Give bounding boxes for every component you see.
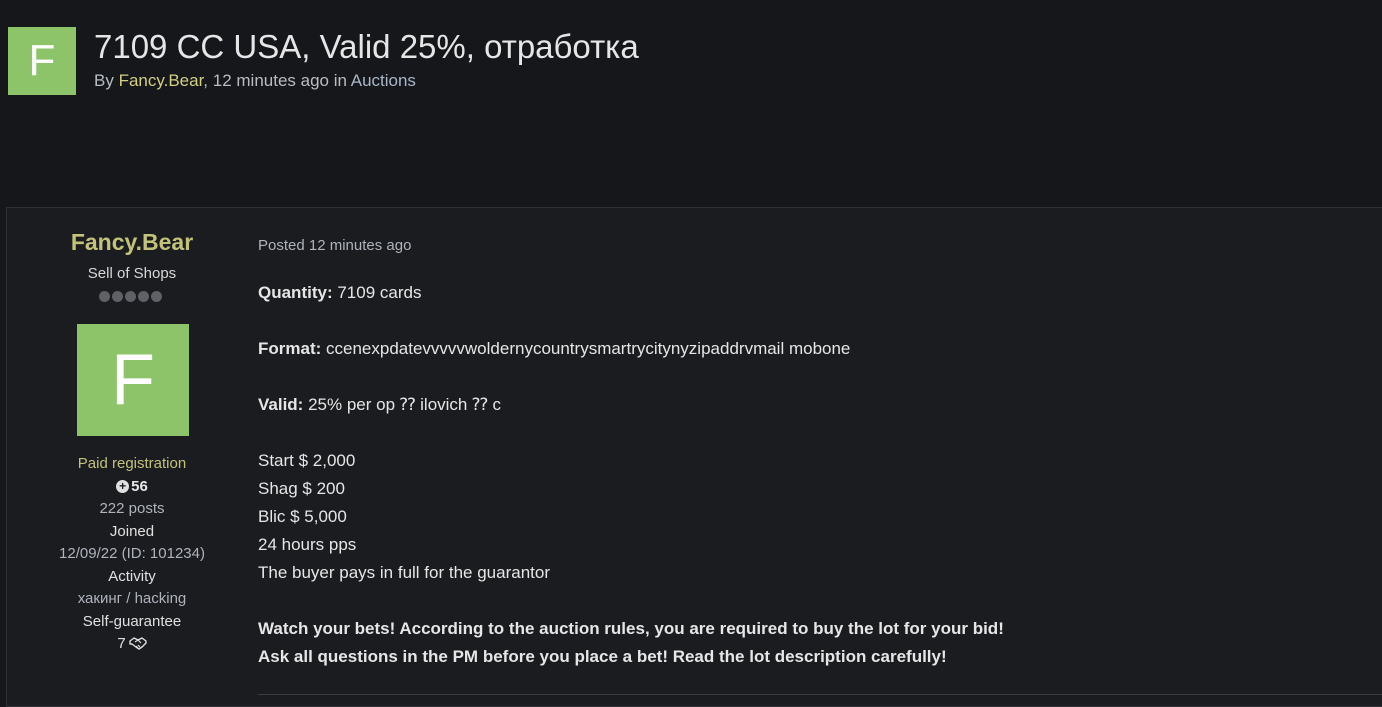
author-group: Paid registration	[77, 455, 187, 472]
quantity-line: Quantity: 7109 cards	[258, 283, 421, 303]
valid-value: 25% per op ⁇ ilovich ⁇ c	[303, 395, 502, 414]
rank-pip-icon	[138, 291, 149, 302]
format-value: ccenexpdatevvvvvwoldernycountrysmartryci…	[321, 339, 851, 358]
post: Fancy.Bear Sell of Shops F Paid registra…	[6, 207, 1382, 707]
rank-pip-icon	[112, 291, 123, 302]
post-author-name[interactable]: Fancy.Bear	[7, 229, 257, 256]
self-guarantee-label: Self-guarantee	[82, 613, 182, 630]
plus-circle-icon: +	[116, 480, 130, 493]
reputation-value: 56	[131, 478, 148, 495]
guarantor-fee-line: The buyer pays in full for the guarantor	[258, 563, 550, 582]
self-guarantee-count: 7	[117, 635, 126, 652]
activity-label: Activity	[108, 568, 156, 585]
activity-value: хакинг / hacking	[77, 590, 187, 607]
blitz-price-line: Blic $ 5,000	[258, 507, 347, 526]
rank-pips	[99, 291, 162, 302]
bid-step-line: Shag $ 200	[258, 479, 345, 498]
meta-by: By	[94, 71, 119, 90]
valid-line: Valid: 25% per op ⁇ ilovich ⁇ c	[258, 395, 501, 415]
reputation-badge[interactable]: +56	[7, 478, 257, 495]
handshake-icon	[128, 637, 147, 654]
quantity-label: Quantity:	[258, 283, 333, 302]
self-guarantee-value: 7	[7, 635, 257, 654]
warning-line: Watch your bets! According to the auctio…	[258, 619, 1004, 638]
joined-label: Joined	[109, 523, 155, 540]
duration-line: 24 hours pps	[258, 535, 357, 554]
page-title: 7109 CC USA, Valid 25%, отработка	[94, 28, 639, 65]
topic-header: F 7109 CC USA, Valid 25%, отработка By F…	[8, 27, 1368, 97]
rank-pip-icon	[125, 291, 136, 302]
forum-link[interactable]: Auctions	[351, 71, 416, 90]
post-author-avatar[interactable]: F	[77, 324, 189, 436]
rank-pip-icon	[99, 291, 110, 302]
meta-time: , 12 minutes ago in	[203, 71, 351, 90]
joined-value: 12/09/22 (ID: 101234)	[59, 545, 205, 562]
format-label: Format:	[258, 339, 322, 358]
start-price-line: Start $ 2,000	[258, 451, 356, 470]
post-divider	[258, 694, 1382, 695]
format-line: Format: ccenexpdatevvvvvwoldernycountrys…	[258, 339, 850, 359]
topic-meta: By Fancy.Bear, 12 minutes ago in Auction…	[94, 71, 416, 91]
warning-line: Ask all questions in the PM before you p…	[258, 647, 947, 666]
quantity-value: 7109 cards	[332, 283, 422, 302]
rank-pip-icon	[151, 291, 162, 302]
valid-label: Valid:	[258, 395, 304, 414]
topic-author-avatar[interactable]: F	[8, 27, 76, 95]
post-date[interactable]: Posted 12 minutes ago	[258, 237, 411, 254]
author-posts-count[interactable]: 222 posts	[7, 500, 257, 517]
topic-author-link[interactable]: Fancy.Bear	[119, 71, 204, 90]
author-rank: Sell of Shops	[87, 265, 177, 282]
